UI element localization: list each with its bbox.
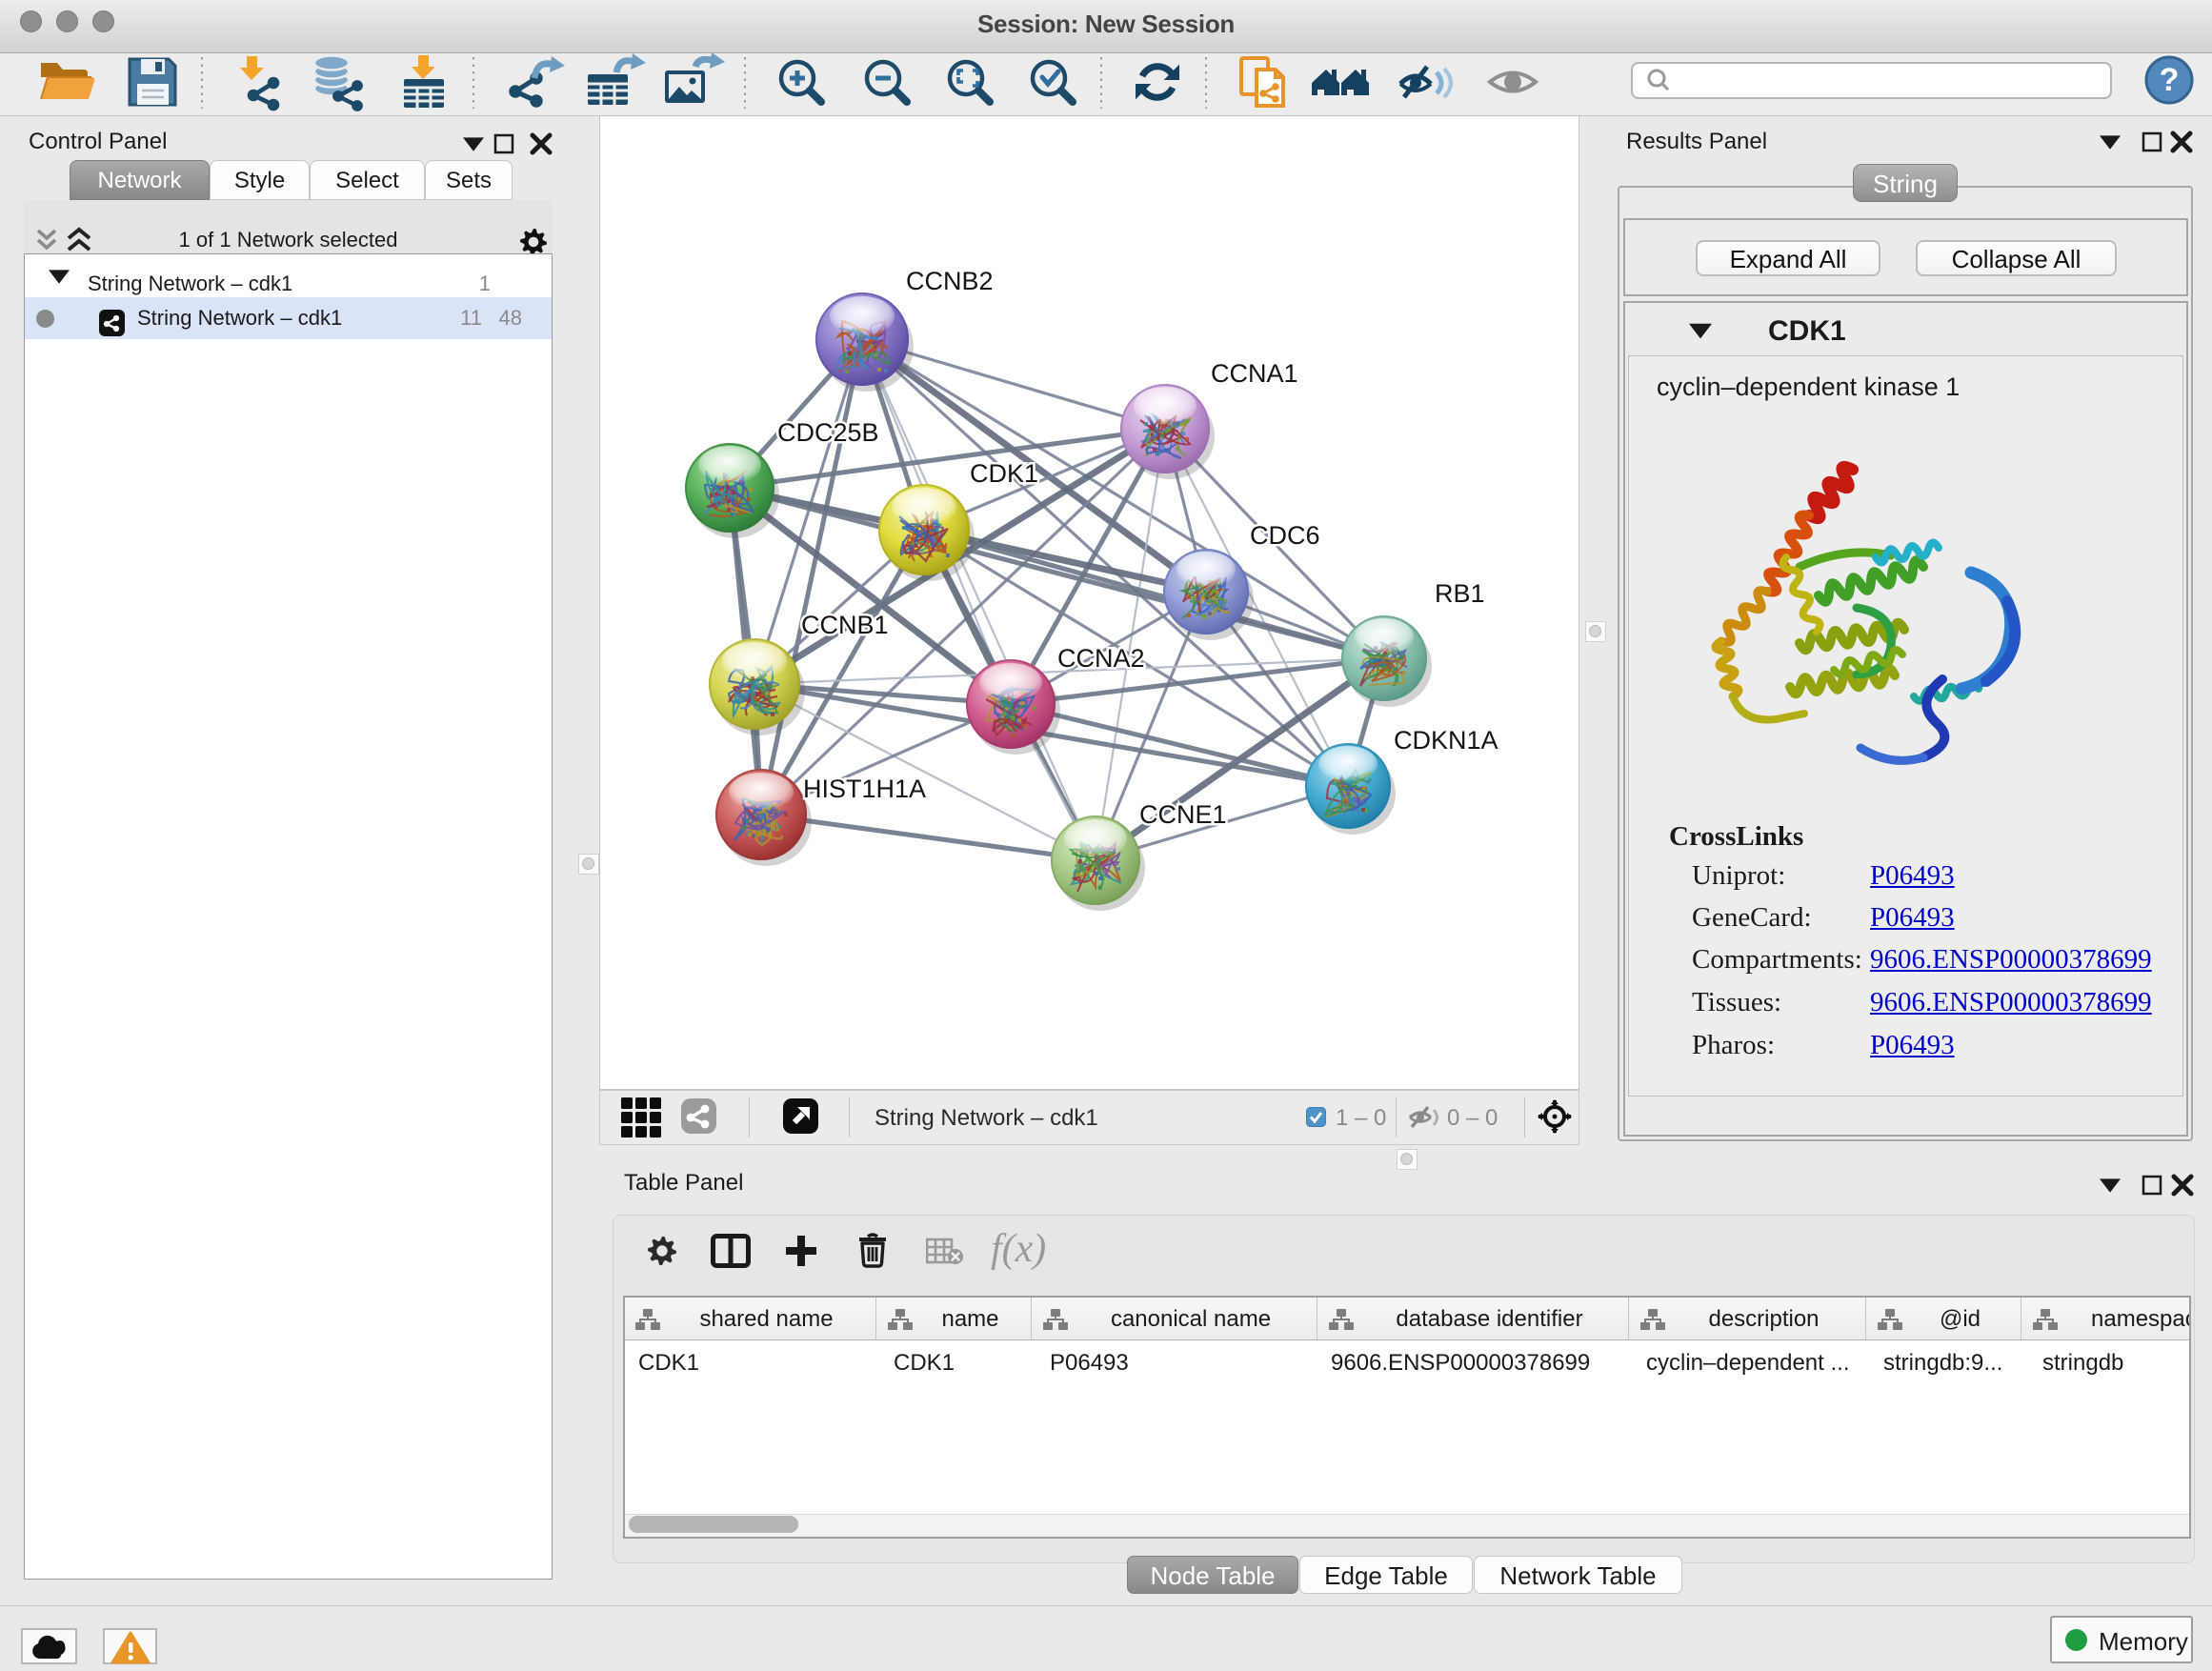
- svg-text:CDC6: CDC6: [1250, 521, 1320, 550]
- svg-text:CCNA1: CCNA1: [1211, 359, 1298, 388]
- svg-text:CCNE1: CCNE1: [1139, 800, 1227, 829]
- svg-text:CCNA2: CCNA2: [1057, 644, 1145, 673]
- svg-text:?: ?: [2160, 62, 2180, 98]
- svg-text:CCNB2: CCNB2: [906, 267, 994, 295]
- svg-text:CDKN1A: CDKN1A: [1394, 726, 1498, 755]
- svg-text:CCNB1: CCNB1: [801, 611, 889, 639]
- svg-text:RB1: RB1: [1435, 579, 1485, 608]
- svg-text:CDC25B: CDC25B: [777, 418, 879, 447]
- svg-text:HIST1H1A: HIST1H1A: [803, 775, 926, 803]
- svg-text:CDK1: CDK1: [970, 459, 1038, 488]
